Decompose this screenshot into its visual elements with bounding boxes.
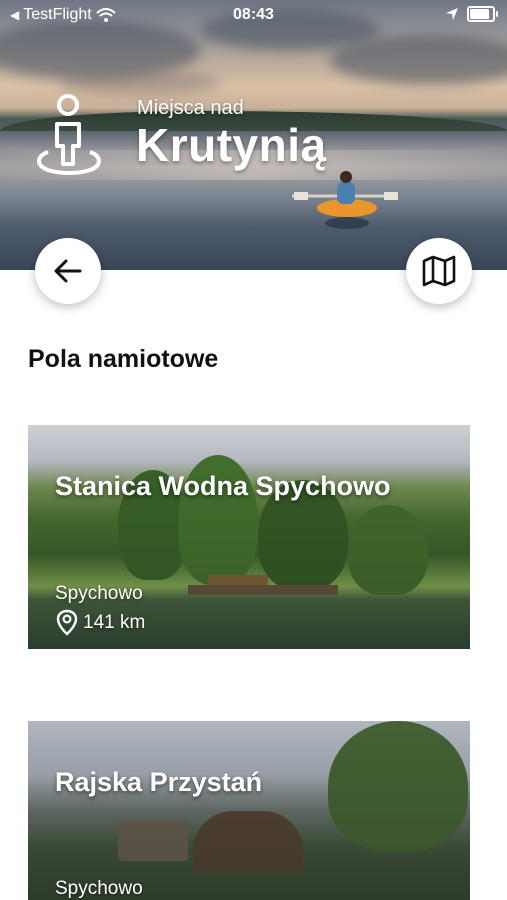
battery-icon [467, 6, 498, 22]
card-title: Rajska Przystań [55, 767, 263, 797]
back-button[interactable] [35, 238, 101, 304]
map-pin-icon [56, 609, 78, 636]
card-distance: 141 km [55, 609, 145, 637]
map-icon [422, 255, 456, 287]
location-person-logo-icon [37, 94, 101, 175]
distance-value: 141 km [83, 612, 146, 633]
hero-image: Miejsca nad Krutynią ◀ TestFlight 08:43 [0, 0, 507, 270]
campsite-card[interactable]: Rajska Przystań Spychowo [28, 721, 470, 900]
header-title: Krutynią [136, 119, 327, 171]
campsite-card[interactable]: Stanica Wodna Spychowo Spychowo 141 km [28, 425, 470, 649]
section-title: Pola namiotowe [28, 345, 219, 373]
status-time: 08:43 [233, 6, 274, 23]
card-title: Stanica Wodna Spychowo [55, 471, 391, 501]
header-subtitle: Miejsca nad [137, 97, 244, 119]
location-arrow-icon [446, 8, 458, 20]
status-bar: ◀ TestFlight 08:43 [0, 0, 507, 30]
card-location: Spychowo [55, 878, 143, 899]
kayak-image [292, 171, 398, 229]
map-button[interactable] [406, 238, 472, 304]
card-location: Spychowo [55, 583, 143, 604]
arrow-left-icon [54, 259, 82, 283]
